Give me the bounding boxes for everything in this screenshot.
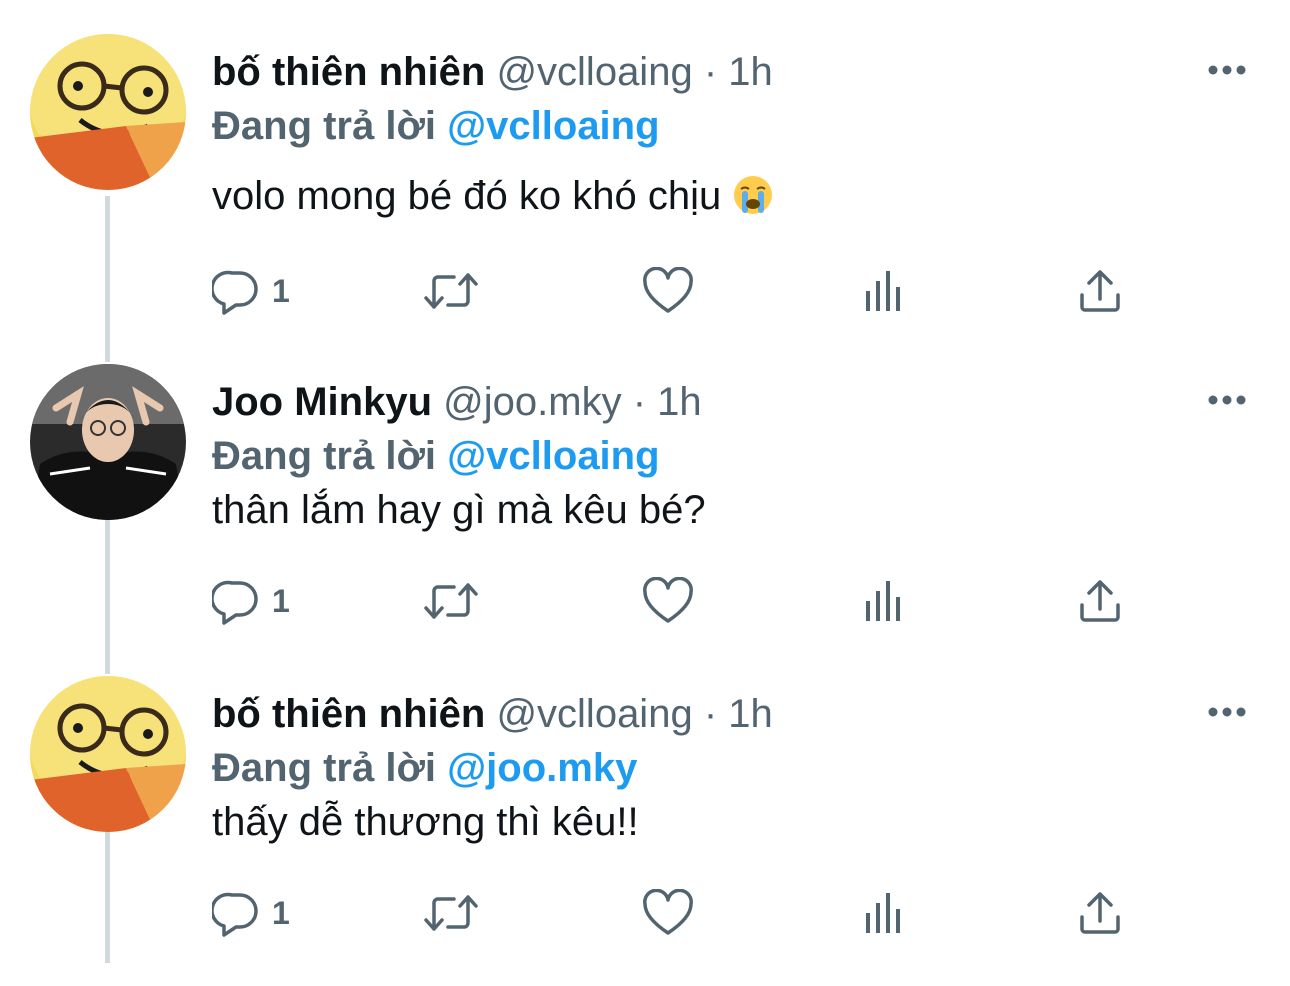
user-handle[interactable]: @vclloaing [496, 692, 692, 736]
like-button[interactable] [642, 576, 694, 626]
timestamp[interactable]: 1h [657, 380, 702, 424]
more-icon [1208, 65, 1246, 75]
reply-icon [212, 580, 258, 625]
retweet-icon [424, 273, 478, 309]
replying-to: Đang trả lời @vclloaing [212, 428, 660, 484]
retweet-button[interactable] [422, 576, 480, 626]
replying-to: Đang trả lời @joo.mky [212, 740, 637, 796]
reply-icon [212, 892, 258, 937]
tweet-text: thấy dễ thương thì kêu!! [212, 800, 639, 844]
replying-label: Đang trả lời [212, 434, 437, 478]
more-options-button[interactable] [1204, 60, 1250, 80]
more-options-button[interactable] [1204, 702, 1250, 722]
share-button[interactable] [1078, 888, 1122, 938]
tweet-actions: 1 [212, 576, 1212, 626]
tweet-header: Joo Minkyu @joo.mky · 1h [212, 374, 702, 430]
analytics-button[interactable] [862, 576, 906, 626]
more-options-button[interactable] [1204, 390, 1250, 410]
separator-dot: · [703, 692, 718, 736]
like-button[interactable] [642, 888, 694, 938]
analytics-icon [866, 271, 900, 311]
tweet-actions: 1 [212, 266, 1212, 316]
replying-to: Đang trả lời @vclloaing [212, 98, 660, 154]
avatar[interactable] [30, 364, 186, 520]
user-handle[interactable]: @vclloaing [496, 50, 692, 94]
retweet-button[interactable] [422, 888, 480, 938]
loudly-crying-face-icon [733, 174, 773, 230]
separator-dot: · [703, 50, 718, 94]
like-icon [643, 267, 693, 313]
tweet[interactable]: bố thiên nhiên @vclloaing · 1h Đang trả … [0, 34, 1290, 344]
timestamp[interactable]: 1h [728, 692, 773, 736]
share-icon [1080, 892, 1120, 934]
tweet-header: bố thiên nhiên @vclloaing · 1h [212, 44, 773, 100]
tweet[interactable]: bố thiên nhiên @vclloaing · 1h Đang trả … [0, 676, 1290, 986]
share-button[interactable] [1078, 266, 1122, 316]
display-name[interactable]: bố thiên nhiên [212, 692, 485, 736]
reply-icon [212, 270, 258, 315]
tweet-actions: 1 [212, 888, 1212, 938]
reply-count: 1 [272, 582, 290, 619]
retweet-icon [424, 895, 478, 931]
tweet[interactable]: Joo Minkyu @joo.mky · 1h Đang trả lời @v… [0, 364, 1290, 674]
reply-target-link[interactable]: @joo.mky [447, 746, 637, 790]
reply-count: 1 [272, 894, 290, 931]
like-button[interactable] [642, 266, 694, 316]
like-icon [643, 889, 693, 935]
separator-dot: · [632, 380, 647, 424]
replying-label: Đang trả lời [212, 746, 437, 790]
avatar[interactable] [30, 676, 186, 832]
tweet-text: volo mong bé đó ko khó chịu [212, 168, 773, 230]
reply-button[interactable]: 1 [212, 888, 290, 938]
analytics-button[interactable] [862, 266, 906, 316]
like-icon [643, 577, 693, 623]
replying-label: Đang trả lời [212, 104, 437, 148]
display-name[interactable]: bố thiên nhiên [212, 50, 485, 94]
analytics-icon [866, 893, 900, 933]
timestamp[interactable]: 1h [728, 50, 773, 94]
reply-button[interactable]: 1 [212, 576, 290, 626]
tweet-text-content: volo mong bé đó ko khó chịu [212, 174, 722, 218]
more-icon [1208, 707, 1246, 717]
retweet-icon [424, 583, 478, 619]
retweet-button[interactable] [422, 266, 480, 316]
reply-target-link[interactable]: @vclloaing [447, 104, 659, 148]
tweet-text: thân lắm hay gì mà kêu bé? [212, 488, 706, 532]
avatar[interactable] [30, 34, 186, 190]
user-handle[interactable]: @joo.mky [443, 380, 621, 424]
reply-button[interactable]: 1 [212, 266, 290, 316]
reply-target-link[interactable]: @vclloaing [447, 434, 659, 478]
share-button[interactable] [1078, 576, 1122, 626]
reply-count: 1 [272, 272, 290, 309]
more-icon [1208, 395, 1246, 405]
analytics-button[interactable] [862, 888, 906, 938]
share-icon [1080, 270, 1120, 312]
share-icon [1080, 580, 1120, 622]
tweet-header: bố thiên nhiên @vclloaing · 1h [212, 686, 773, 742]
display-name[interactable]: Joo Minkyu [212, 380, 432, 424]
analytics-icon [866, 581, 900, 621]
